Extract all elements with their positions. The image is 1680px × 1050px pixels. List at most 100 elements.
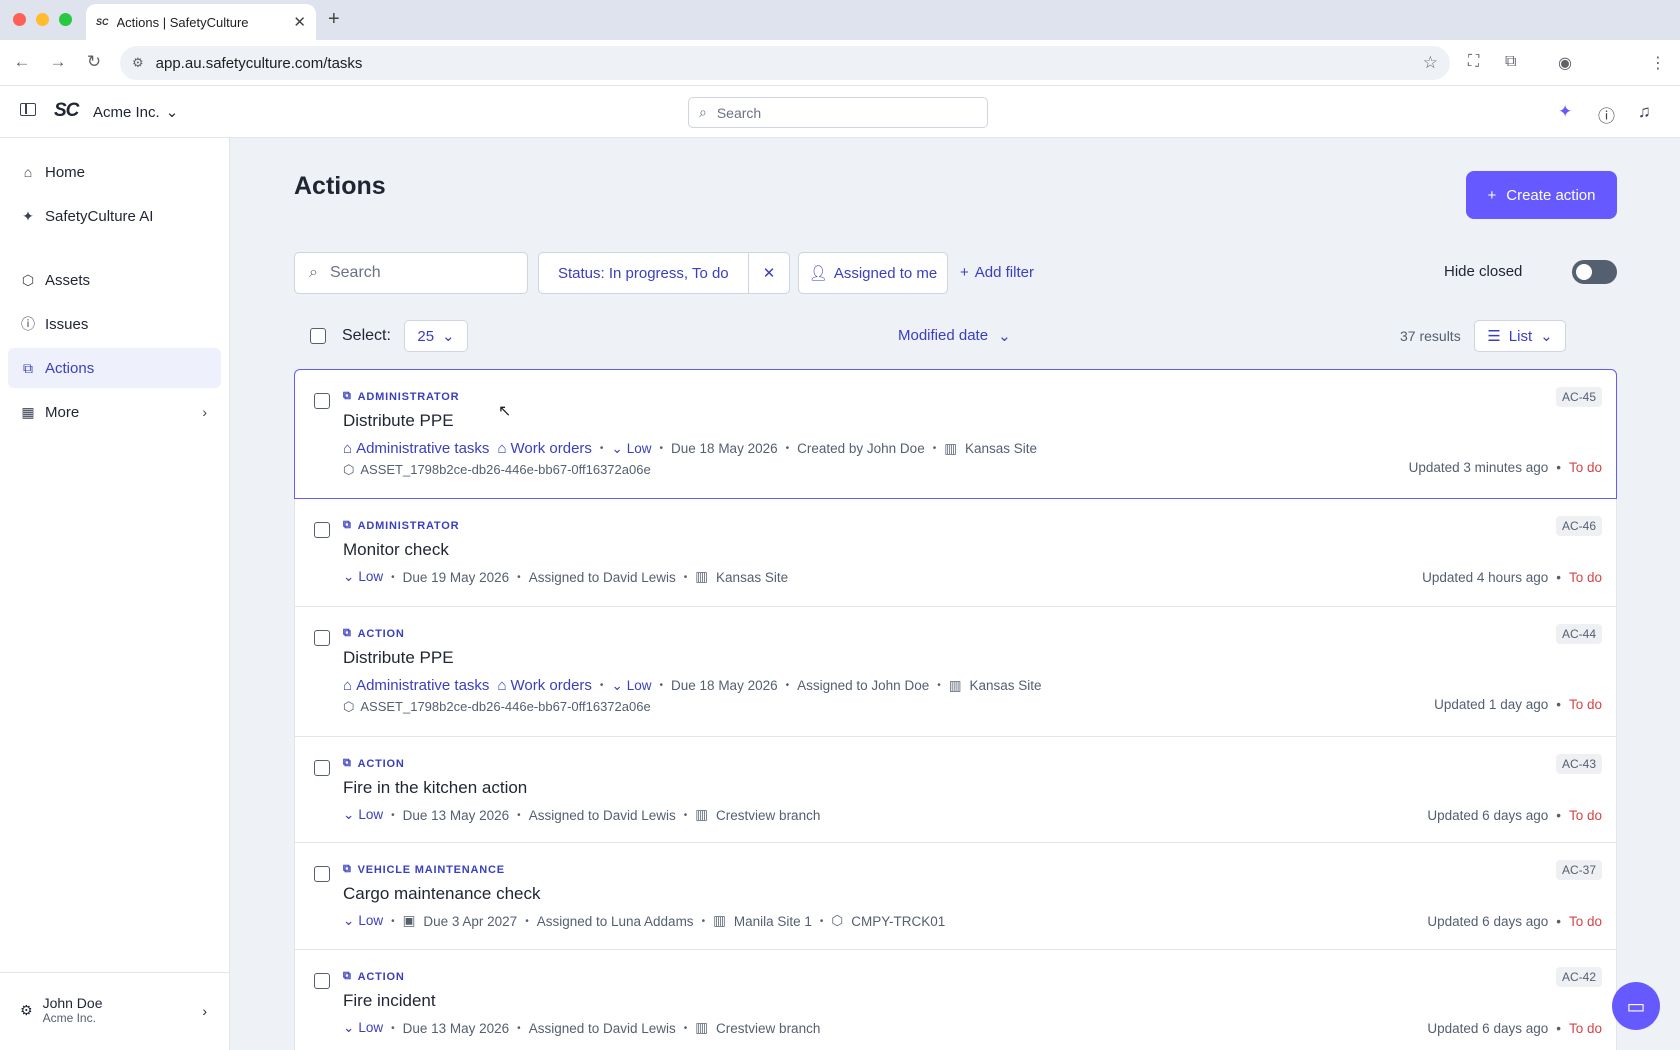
- action-type-label: ACTION: [357, 970, 405, 983]
- action-meta: ⌄ Low • Due 13 May 2026 • Assigned to Dav…: [343, 1020, 820, 1036]
- sidebar-item-label: Actions: [45, 359, 95, 377]
- sidebar-toggle-icon[interactable]: [20, 103, 36, 116]
- sidebar-item-assets[interactable]: ⬡ Assets: [8, 260, 221, 300]
- chevron-down-icon: ⌄: [343, 807, 355, 822]
- list-item[interactable]: ⧉ ADMINISTRATOR Monitor check ⌄ Low • Due…: [294, 499, 1617, 607]
- tag-label: Work orders: [510, 677, 592, 694]
- list-item[interactable]: ⧉ ADMINISTRATOR Distribute PPE ⌂ Administ…: [294, 369, 1617, 499]
- action-type: ⧉ ADMINISTRATOR: [343, 519, 459, 532]
- global-search-input[interactable]: ⌕ Search: [688, 97, 988, 128]
- sidebar-item-issues[interactable]: ⓘ Issues: [8, 304, 221, 344]
- list-controls: Select: 25 ⌄ Modified date ⌄ 37 results …: [294, 320, 1608, 352]
- sort-dropdown[interactable]: Modified date ⌄: [898, 327, 1011, 345]
- sidebar-item-label: Issues: [45, 315, 89, 333]
- view-mode-select[interactable]: ☰ List ⌄: [1474, 320, 1566, 352]
- status-filter-chip[interactable]: Status: In progress, To do ✕: [538, 252, 790, 294]
- updated-status: Updated 6 days ago • To do: [1427, 808, 1602, 823]
- minimize-window-button[interactable]: [36, 13, 49, 26]
- priority: ⌄ Low: [343, 807, 383, 823]
- list-item[interactable]: ⧉ ACTION Fire in the kitchen action ⌄ Low…: [294, 737, 1617, 843]
- actions-search-input[interactable]: ⌕ Search: [294, 252, 528, 294]
- page-size-select[interactable]: 25 ⌄: [404, 320, 468, 352]
- action-type: ⧉ ACTION: [343, 970, 405, 983]
- help-icon[interactable]: ⓘ: [1598, 102, 1615, 127]
- add-filter-label: Add filter: [974, 264, 1034, 281]
- sidebar-item-home[interactable]: ⌂ Home: [8, 152, 221, 192]
- org-switcher[interactable]: Acme Inc. ⌄: [93, 103, 178, 122]
- status-filter-label[interactable]: Status: In progress, To do: [539, 253, 749, 293]
- sidebar-item-more[interactable]: ▦ More ›: [8, 392, 221, 432]
- row-checkbox[interactable]: [314, 973, 330, 989]
- asset-label: ASSET_1798b2ce-db26-446e-bb67-0ff16372a0…: [360, 462, 651, 477]
- list-item[interactable]: ⧉ VEHICLE MAINTENANCE Cargo maintenance …: [294, 843, 1617, 950]
- row-checkbox[interactable]: [314, 866, 330, 882]
- sidebar-item-actions[interactable]: ⧉ Actions: [8, 348, 221, 388]
- hide-closed-toggle[interactable]: [1572, 260, 1617, 284]
- site: Crestview branch: [716, 1020, 821, 1036]
- new-tab-icon[interactable]: +: [328, 8, 340, 31]
- notifications-bell-icon[interactable]: ♫: [1638, 102, 1651, 122]
- close-window-button[interactable]: [13, 13, 26, 26]
- label-tag[interactable]: ⌂ Work orders: [497, 440, 591, 457]
- assigned-to-me-filter[interactable]: 👤︎ Assigned to me: [798, 252, 948, 294]
- screenshot-icon[interactable]: ⛶: [1468, 53, 1479, 71]
- label-tag[interactable]: ⌂ Administrative tasks: [343, 440, 489, 457]
- ai-sparkle-icon[interactable]: ✦: [1558, 102, 1572, 122]
- building-icon: ▥: [695, 807, 709, 822]
- main-content: Actions + Create action ⌕ Search Status:…: [230, 138, 1680, 1050]
- action-title[interactable]: Distribute PPE: [343, 411, 454, 431]
- due-date: Due 13 May 2026: [402, 1020, 510, 1036]
- action-title[interactable]: Fire incident: [343, 991, 436, 1011]
- action-title[interactable]: Fire in the kitchen action: [343, 778, 527, 798]
- action-type-icon: ⧉: [343, 970, 352, 982]
- url-bar[interactable]: ⚙ app.au.safetyculture.com/tasks ☆: [120, 46, 1450, 80]
- priority-label: Low: [358, 807, 384, 822]
- forward-icon[interactable]: →: [47, 52, 69, 72]
- action-title[interactable]: Cargo maintenance check: [343, 884, 541, 904]
- action-title[interactable]: Distribute PPE: [343, 648, 454, 668]
- due-date: Due 18 May 2026: [671, 441, 778, 456]
- url-text: app.au.safetyculture.com/tasks: [155, 54, 363, 72]
- action-type-icon: ⧉: [343, 390, 352, 402]
- profile-icon[interactable]: ◉: [1558, 53, 1572, 73]
- clear-filter-close-icon[interactable]: ✕: [749, 253, 789, 293]
- site-info-icon[interactable]: ⚙: [132, 55, 144, 71]
- building-icon: ▥: [713, 913, 726, 928]
- action-title[interactable]: Monitor check: [343, 540, 449, 560]
- tag-label: Administrative tasks: [356, 440, 490, 457]
- chat-support-button[interactable]: ▭: [1612, 982, 1660, 1030]
- person: Assigned to Luna Addams: [536, 913, 694, 929]
- list-item[interactable]: ⧉ ACTION Distribute PPE ⌂ Administrative …: [294, 607, 1617, 737]
- select-all-checkbox[interactable]: [310, 328, 326, 344]
- bookmark-star-icon[interactable]: ☆: [1423, 53, 1438, 73]
- browser-tab[interactable]: SC Actions | SafetyCulture ✕: [86, 4, 316, 40]
- row-checkbox[interactable]: [314, 630, 330, 646]
- row-checkbox[interactable]: [314, 522, 330, 538]
- extensions-icon[interactable]: ⧉: [1505, 53, 1516, 71]
- chat-icon: ▭: [1626, 995, 1646, 1018]
- label-tag[interactable]: ⌂ Work orders: [497, 677, 591, 694]
- label-tag[interactable]: ⌂ Administrative tasks: [343, 677, 489, 694]
- building-icon: ▥: [695, 569, 709, 584]
- logo[interactable]: SC: [54, 100, 79, 122]
- reload-icon[interactable]: ↻: [83, 52, 105, 72]
- create-action-button[interactable]: + Create action: [1466, 171, 1617, 219]
- user-menu[interactable]: ⚙ John Doe Acme Inc. ›: [0, 972, 229, 1050]
- sidebar-item-safetyculture-ai[interactable]: ✦ SafetyCulture AI: [8, 196, 221, 236]
- separator-dot: •: [1556, 697, 1561, 712]
- maximize-window-button[interactable]: [59, 13, 72, 26]
- close-icon[interactable]: ✕: [293, 13, 306, 31]
- calendar-icon: ▣: [402, 913, 416, 928]
- browser-menu-icon[interactable]: ⋮: [1650, 53, 1666, 73]
- back-icon[interactable]: ←: [11, 52, 33, 72]
- user-org: Acme Inc.: [42, 1011, 96, 1025]
- results-count: 37 results: [1400, 328, 1461, 344]
- action-type-icon: ⧉: [343, 757, 352, 769]
- row-checkbox[interactable]: [314, 760, 330, 776]
- action-type: ⧉ VEHICLE MAINTENANCE: [343, 863, 505, 876]
- row-checkbox[interactable]: [314, 393, 330, 409]
- due-date: Due 13 May 2026: [402, 807, 510, 823]
- list-item[interactable]: ⧉ ACTION Fire incident ⌄ Low • Due 13 May…: [294, 950, 1617, 1050]
- view-mode-label: List: [1508, 327, 1533, 345]
- add-filter-button[interactable]: + Add filter: [960, 264, 1034, 281]
